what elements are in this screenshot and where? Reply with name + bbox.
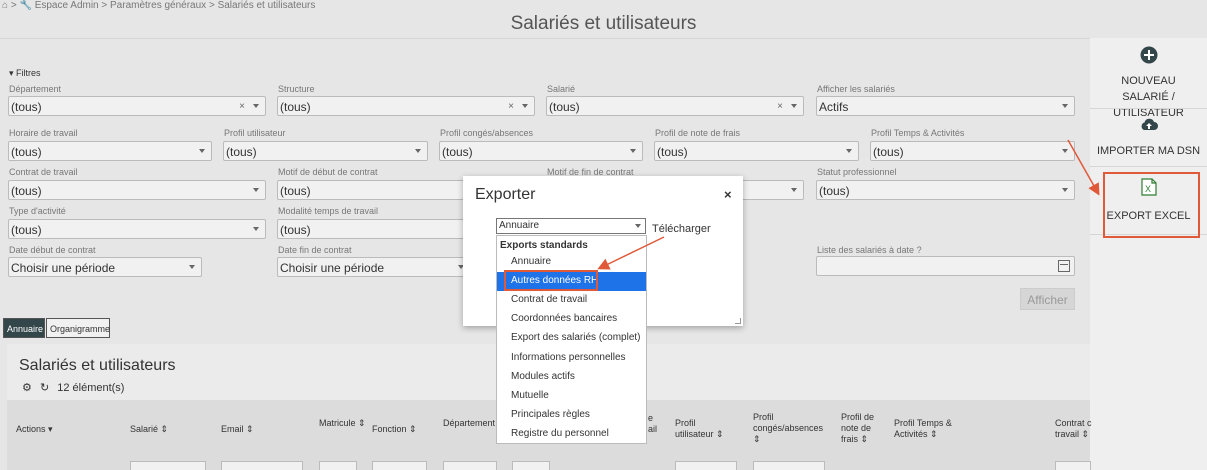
annotation-arrow-option bbox=[597, 236, 665, 270]
annotation-arrow-export bbox=[1067, 139, 1100, 196]
annotation-arrows bbox=[597, 139, 1100, 270]
